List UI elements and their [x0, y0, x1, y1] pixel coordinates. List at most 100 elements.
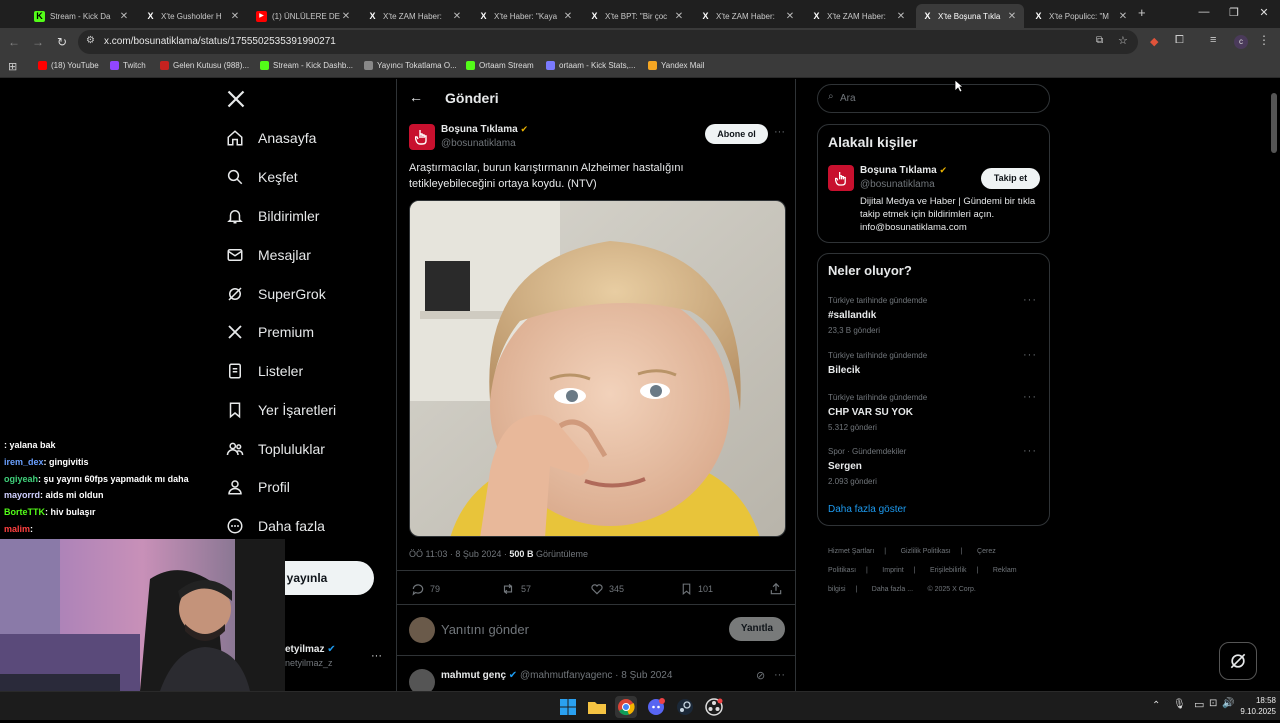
browser-tab[interactable]: X X'te Populicc: "M ✕ [1027, 4, 1135, 28]
windows-start-icon[interactable] [557, 696, 579, 718]
bookmark-item[interactable]: Yayıncı Tokatlama O... [364, 61, 457, 70]
back-icon[interactable]: ← [6, 35, 22, 49]
close-tab-icon[interactable]: ✕ [118, 11, 130, 22]
account-switcher[interactable]: etyilmaz ✔ netyilmaz_z ··· [285, 644, 385, 674]
trend-item[interactable]: Türkiye tarihinde gündemde #sallandık 23… [828, 296, 1038, 335]
trend-item[interactable]: Spor · Gündemdekiler Sergen 2.093 gönder… [828, 447, 1038, 486]
back-arrow-icon[interactable]: ← [409, 89, 423, 105]
footer-link[interactable]: Hizmet Şartları [828, 548, 874, 555]
browser-tab[interactable]: X X'te Haber: "Kaya ✕ [472, 4, 580, 28]
install-app-icon[interactable]: ⧉ [1096, 35, 1103, 46]
nav-explore[interactable]: Keşfet [226, 162, 298, 192]
profile-avatar[interactable]: c [1234, 35, 1248, 49]
reply-submit-button[interactable]: Yanıtla [729, 617, 785, 641]
reply-author-name[interactable]: mahmut genç [441, 670, 506, 681]
microphone-icon[interactable]: 🎙 [1173, 699, 1186, 710]
maximize-icon[interactable]: ❐ [1224, 6, 1244, 19]
close-tab-icon[interactable]: ✕ [1117, 11, 1129, 22]
browser-tab[interactable]: X X'te ZAM Haber: ✕ [805, 4, 913, 28]
bookmark-button[interactable]: 101 [680, 582, 713, 596]
discord-icon[interactable] [645, 696, 667, 718]
trend-item[interactable]: Türkiye tarihinde gündemde Bilecik [828, 351, 1038, 376]
trend-more-icon[interactable]: ··· [1023, 294, 1037, 306]
show-more-link[interactable]: Daha fazla göster [828, 504, 906, 515]
nav-messages[interactable]: Mesajlar [226, 240, 311, 270]
browser-tab[interactable]: K Stream - Kick Da ✕ [28, 4, 136, 28]
reply-more-icon[interactable]: ··· [774, 669, 785, 681]
subscribe-button[interactable]: Abone ol [705, 124, 768, 144]
footer-link[interactable]: Imprint [882, 567, 903, 574]
display-icon[interactable]: ▭ [1194, 698, 1204, 711]
browser-tab[interactable]: X X'te Gusholder H ✕ [139, 4, 247, 28]
close-tab-icon[interactable]: ✕ [340, 11, 352, 22]
bookmark-item[interactable]: Gelen Kutusu (988)... [160, 61, 249, 70]
scrollbar[interactable] [1271, 93, 1277, 153]
nav-premium[interactable]: Premium [226, 317, 314, 347]
footer-link[interactable]: Gizlilik Politikası [901, 548, 951, 555]
minimize-icon[interactable]: — [1194, 6, 1214, 18]
relevant-handle[interactable]: @bosunatiklama [860, 179, 947, 190]
reply-author-avatar[interactable] [409, 669, 435, 691]
bookmark-item[interactable]: Stream - Kick Dashb... [260, 61, 353, 70]
reply-author-handle[interactable]: @mahmutfanyagenc · 8 Şub 2024 [520, 670, 672, 681]
browser-tab[interactable]: X X'te ZAM Haber: ✕ [694, 4, 802, 28]
reply-button[interactable]: 79 [411, 582, 440, 596]
post-more-icon[interactable]: ··· [774, 126, 785, 138]
author-handle[interactable]: @bosunatiklama [441, 138, 528, 149]
nav-notifications[interactable]: Bildirimler [226, 201, 319, 231]
network-icon[interactable]: ⊡ [1209, 698, 1217, 709]
close-tab-icon[interactable]: ✕ [562, 11, 574, 22]
menu-icon[interactable]: ⋮ [1258, 33, 1270, 47]
reply-avatar[interactable] [409, 617, 435, 643]
reload-icon[interactable]: ↻ [54, 35, 70, 49]
like-button[interactable]: 345 [590, 582, 624, 596]
grok-float-button[interactable] [1219, 642, 1257, 680]
nav-bookmarks[interactable]: Yer İşaretleri [226, 395, 336, 425]
bookmark-item[interactable]: Yandex Mail [648, 61, 704, 70]
apps-grid-icon[interactable]: ⊞ [8, 60, 17, 73]
browser-tab[interactable]: X X'te ZAM Haber: ✕ [361, 4, 469, 28]
obs-icon[interactable] [703, 696, 725, 718]
media-icon[interactable]: ≡ [1210, 34, 1216, 46]
close-tab-icon[interactable]: ✕ [895, 11, 907, 22]
nav-home[interactable]: Anasayfa [226, 123, 316, 153]
post-image[interactable] [409, 200, 786, 537]
bookmark-item[interactable]: (18) YouTube [38, 61, 99, 70]
browser-tab[interactable]: X X'te BPT: "Bir çoc ✕ [583, 4, 691, 28]
bookmark-item[interactable]: ortaam - Kick Stats,... [546, 61, 635, 70]
forward-icon[interactable]: → [30, 35, 46, 49]
extension-icon[interactable]: ◆ [1150, 35, 1158, 48]
trend-item[interactable]: Türkiye tarihinde gündemde CHP VAR SU YO… [828, 393, 1038, 432]
footer-link[interactable]: Erişilebilirlik [930, 567, 967, 574]
steam-icon[interactable] [674, 696, 696, 718]
nav-more[interactable]: Daha fazla [226, 511, 325, 541]
search-box[interactable]: ⌕ Ara [817, 84, 1050, 113]
extensions-puzzle-icon[interactable]: ⧠ [1175, 34, 1184, 47]
footer-link[interactable]: Daha fazla ... [872, 586, 913, 593]
close-window-icon[interactable]: ✕ [1254, 6, 1274, 19]
relevant-name[interactable]: Boşuna Tıklama [860, 165, 937, 176]
nav-profile[interactable]: Profil [226, 472, 290, 502]
browser-tab[interactable]: X X'te Boşuna Tıkla ✕ [916, 4, 1024, 28]
follow-button[interactable]: Takip et [981, 168, 1040, 189]
clock[interactable]: 18:58 9.10.2025 [1230, 695, 1276, 717]
close-tab-icon[interactable]: ✕ [673, 11, 685, 22]
close-tab-icon[interactable]: ✕ [229, 11, 241, 22]
chrome-icon[interactable] [615, 696, 637, 718]
bookmark-item[interactable]: Ortaam Stream [466, 61, 534, 70]
account-more-icon[interactable]: ··· [371, 650, 382, 662]
reply-input[interactable]: Yanıtını gönder [441, 622, 529, 637]
trend-more-icon[interactable]: ··· [1023, 445, 1037, 457]
repost-button[interactable]: 57 [500, 582, 531, 596]
trend-more-icon[interactable]: ··· [1023, 349, 1037, 361]
nav-communities[interactable]: Topluluklar [226, 434, 325, 464]
site-info-icon[interactable]: ⚙ [86, 35, 95, 46]
grok-icon[interactable]: ⊘ [756, 669, 765, 682]
new-tab-button[interactable]: + [1138, 5, 1146, 20]
post-time[interactable]: ÖÖ 11:03 · 8 Şub 2024 · [409, 549, 507, 559]
bookmark-star-icon[interactable]: ☆ [1118, 34, 1128, 47]
author-name[interactable]: Boşuna Tıklama [441, 124, 518, 135]
x-logo-icon[interactable] [226, 89, 246, 114]
tray-chevron-icon[interactable]: ⌃ [1152, 700, 1160, 711]
relevant-avatar[interactable] [828, 165, 854, 191]
